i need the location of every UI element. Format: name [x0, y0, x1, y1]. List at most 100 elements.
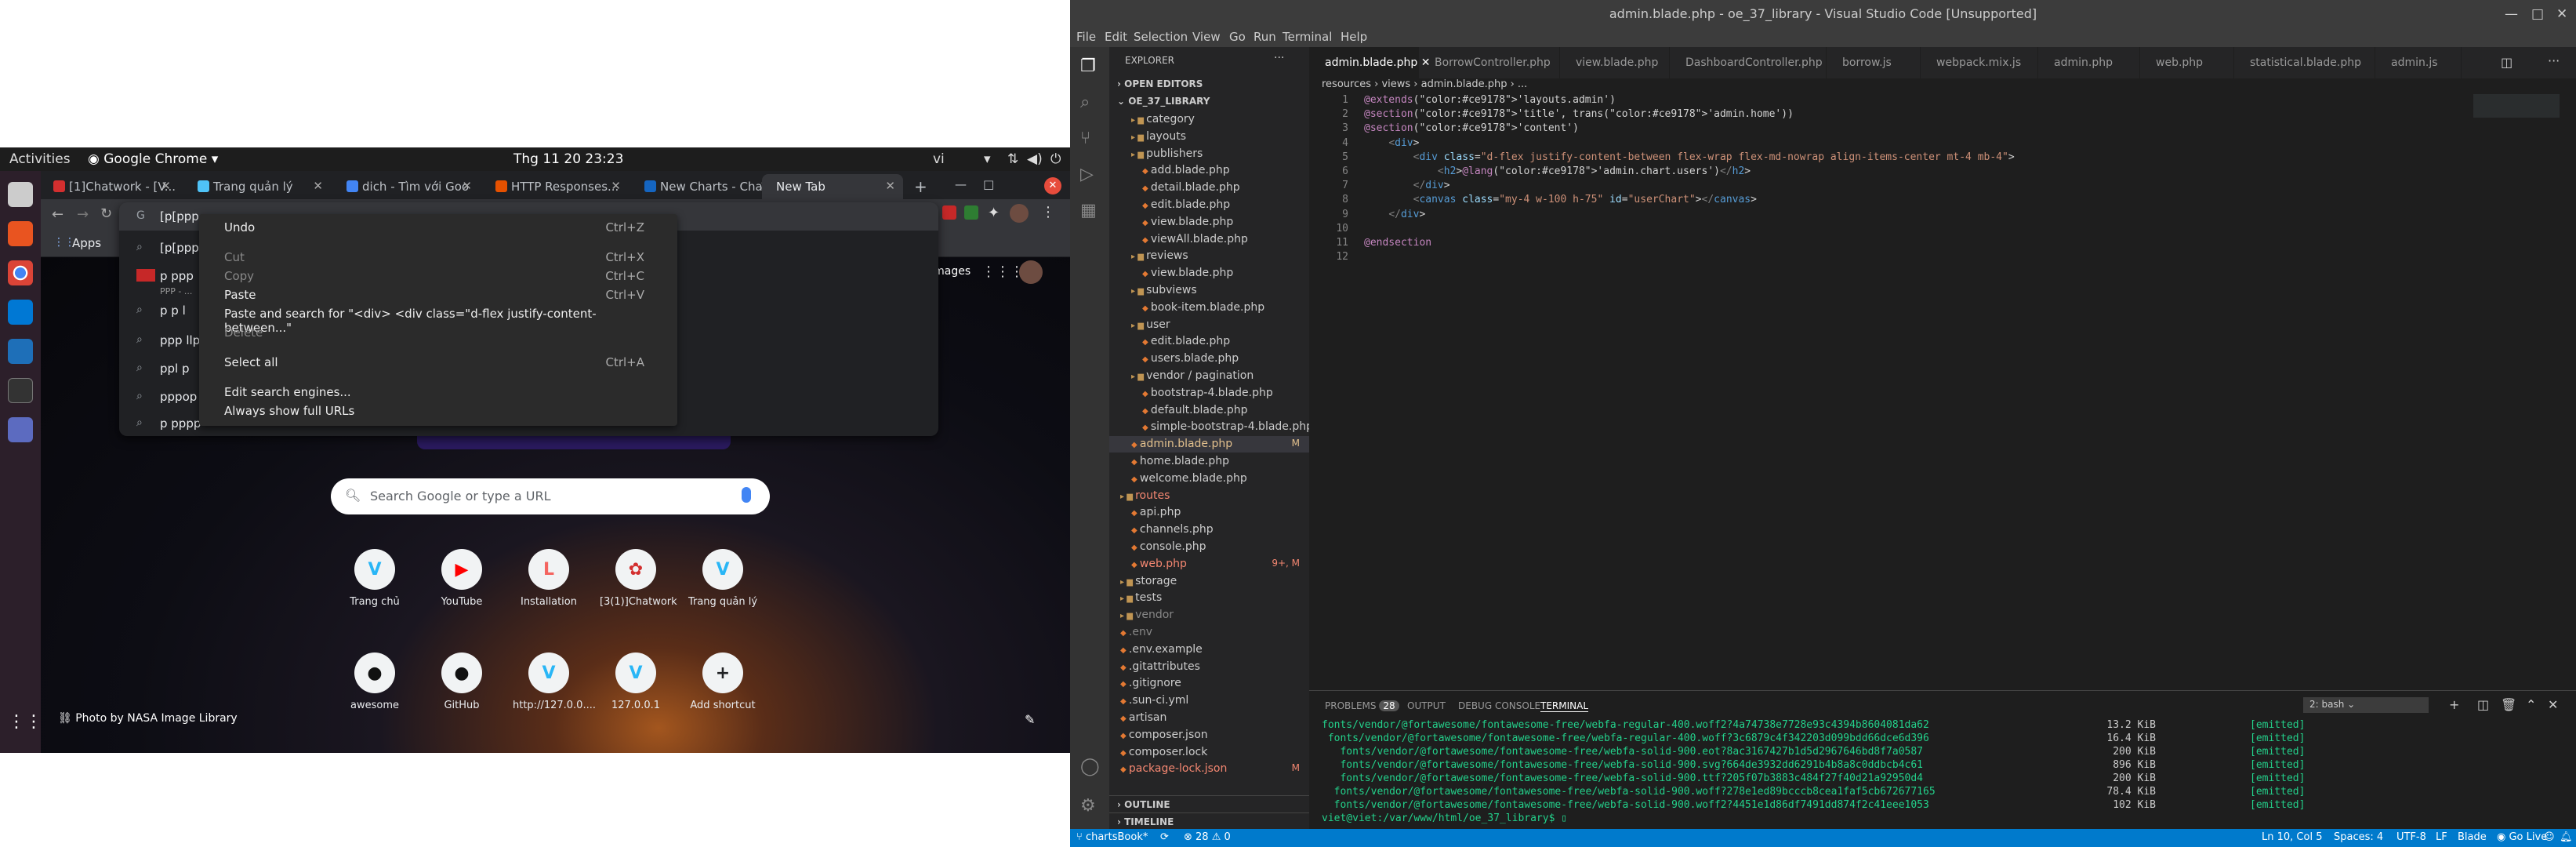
file-item[interactable]: ◆ .gitignore — [1109, 675, 1309, 692]
mic-icon[interactable] — [742, 487, 751, 503]
minimize-icon[interactable]: — — [950, 174, 974, 199]
file-item[interactable]: ◆ bootstrap-4.blade.php — [1109, 385, 1309, 402]
file-item[interactable]: ◆ composer.lock — [1109, 744, 1309, 761]
folder-item[interactable]: ▸ ▆ vendor / pagination — [1109, 368, 1309, 384]
shortcut-tile[interactable]: ● awesome — [339, 653, 411, 711]
editor-tab[interactable]: borrow.js — [1827, 47, 1921, 78]
gear-icon[interactable]: ⚙ — [1080, 796, 1096, 816]
show-apps-icon[interactable]: ⋮⋮⋮ — [8, 712, 60, 737]
close-icon[interactable]: ✕ — [161, 179, 171, 193]
file-item[interactable]: ◆ edit.blade.php — [1109, 197, 1309, 213]
file-item[interactable]: ◆ detail.blade.php — [1109, 180, 1309, 196]
folder-item[interactable]: ▸ ▆ subviews — [1109, 282, 1309, 299]
more-icon[interactable]: ··· — [1274, 52, 1284, 64]
file-item[interactable]: ◆ .sun-ci.yml — [1109, 693, 1309, 709]
apps-grid-icon[interactable]: ⋮⋮⋮ — [981, 264, 1024, 280]
file-item[interactable]: ◆ composer.json — [1109, 727, 1309, 743]
file-item[interactable]: ◆ view.blade.php — [1109, 214, 1309, 231]
menu-cut[interactable]: Cut Ctrl+X — [224, 250, 663, 269]
editor-tab-active[interactable]: admin.blade.php ✕ — [1309, 47, 1430, 78]
explorer-icon[interactable]: ❐ — [1080, 56, 1096, 76]
bell-icon[interactable]: 🔔︎ — [2560, 831, 2573, 843]
vscode-insiders-icon[interactable] — [8, 339, 33, 364]
back-icon[interactable]: ← — [52, 206, 63, 223]
file-item[interactable]: ◆ view.blade.php — [1109, 265, 1309, 282]
source-control-icon[interactable]: ⑂ — [1080, 129, 1090, 148]
file-item[interactable]: ◆ admin.blade.php M — [1109, 436, 1309, 453]
maximize-icon[interactable]: □ — [978, 174, 1002, 199]
plus-icon[interactable]: + — [2449, 697, 2459, 712]
folder-item[interactable]: ▸ ▆ tests — [1109, 590, 1309, 606]
folder-item[interactable]: ▸ ▆ layouts — [1109, 129, 1309, 145]
go-live[interactable]: ◉ Go Live — [2497, 831, 2547, 843]
file-item[interactable]: ◆ users.blade.php — [1109, 351, 1309, 367]
software-icon[interactable] — [8, 221, 33, 246]
chrome-dock-icon[interactable] — [8, 260, 33, 285]
file-item[interactable]: ◆ artisan — [1109, 710, 1309, 726]
editor-tab[interactable]: admin.php — [2038, 47, 2140, 78]
minimap[interactable] — [2473, 94, 2560, 118]
chrome-tab[interactable]: Trang quản lý ✕ — [190, 174, 331, 199]
photo-credit-link[interactable]: ⛓ Photo by NASA Image Library — [58, 712, 238, 725]
encoding[interactable]: UTF-8 — [2396, 831, 2426, 843]
close-window-icon[interactable]: ✕ — [1044, 177, 1061, 194]
power-icon[interactable]: ⏻ — [1050, 151, 1061, 167]
apps-bookmark[interactable]: Apps — [72, 236, 101, 250]
split-editor-icon[interactable]: ◫ — [2501, 55, 2513, 70]
problems-status[interactable]: ⊗ 28 ⚠ 0 — [1184, 831, 1231, 843]
menu-select-all[interactable]: Select all Ctrl+A — [224, 355, 663, 374]
code-editor[interactable]: resources › views › admin.blade.php › ..… — [1309, 78, 2576, 690]
shortcut-tile[interactable]: Ⅴ 127.0.0.1 — [600, 653, 672, 711]
sync-icon[interactable]: ⟳ — [1160, 831, 1169, 843]
shortcut-tile[interactable]: Ⅴ Trang quản lý — [687, 549, 759, 608]
open-editors-section[interactable]: › OPEN EDITORS — [1117, 78, 1203, 89]
folder-item[interactable]: ▸ ▆ vendor — [1109, 607, 1309, 623]
shortcut-tile[interactable]: ● GitHub — [426, 653, 498, 711]
cursor-position[interactable]: Ln 10, Col 5 — [2262, 831, 2322, 843]
menu-selection[interactable]: Selection — [1134, 30, 1188, 44]
minimize-icon[interactable]: — — [2505, 6, 2518, 22]
menu-edit[interactable]: Edit — [1105, 30, 1127, 44]
chrome-tab-active[interactable]: New Tab ✕ — [762, 174, 903, 199]
more-icon[interactable]: ··· — [2548, 53, 2560, 68]
activities-button[interactable]: Activities — [9, 151, 71, 167]
extension-icon[interactable] — [964, 205, 978, 220]
folder-item[interactable]: ▸ ▆ publishers — [1109, 146, 1309, 162]
close-icon[interactable]: ✕ — [611, 179, 621, 193]
close-icon[interactable]: ✕ — [2548, 697, 2558, 712]
close-icon[interactable]: ✕ — [885, 179, 895, 193]
lang-indicator[interactable]: vi — [933, 151, 945, 167]
forward-icon[interactable]: → — [77, 206, 89, 223]
editor-tab[interactable]: view.blade.php — [1560, 47, 1670, 78]
project-section[interactable]: ⌄ OE_37_LIBRARY — [1117, 96, 1210, 107]
app-icon[interactable] — [8, 417, 33, 442]
panel-tab-output[interactable]: OUTPUT — [1407, 700, 1446, 711]
file-item[interactable]: ◆ default.blade.php — [1109, 402, 1309, 419]
menu-copy[interactable]: Copy Ctrl+C — [224, 269, 663, 288]
panel-tab-problems[interactable]: PROBLEMS 28 — [1325, 700, 1399, 711]
breadcrumb[interactable]: resources › views › admin.blade.php › ..… — [1322, 78, 1527, 90]
chrome-tab[interactable]: New Charts - Cha...✕ — [637, 174, 778, 199]
file-item[interactable]: ◆ book-item.blade.php — [1109, 300, 1309, 316]
extensions-icon[interactable]: ▦ — [1080, 201, 1097, 220]
network-icon[interactable]: ⇅ — [1007, 151, 1018, 167]
puzzle-icon[interactable]: ✦ — [988, 205, 1000, 221]
avatar[interactable] — [1010, 204, 1029, 223]
menu-delete[interactable]: Delete — [224, 325, 663, 344]
feedback-icon[interactable]: ☺ — [2544, 831, 2555, 843]
menu-paste[interactable]: Paste Ctrl+V — [224, 288, 663, 307]
folder-item[interactable]: ▸ ▆ reviews — [1109, 248, 1309, 264]
clock[interactable]: Thg 11 20 23:23 — [513, 151, 623, 167]
file-item[interactable]: ◆ api.php — [1109, 504, 1309, 521]
menu-file[interactable]: File — [1076, 30, 1096, 44]
editor-tab[interactable]: statistical.blade.php — [2234, 47, 2375, 78]
outline-section[interactable]: › OUTLINE — [1109, 795, 1309, 813]
menu-view[interactable]: View — [1192, 30, 1221, 44]
vscode-dock-icon[interactable] — [8, 300, 33, 325]
folder-item[interactable]: ▸ ▆ storage — [1109, 573, 1309, 590]
editor-tab[interactable]: web.php — [2140, 47, 2234, 78]
split-terminal-icon[interactable]: ◫ — [2477, 697, 2489, 712]
menu-edit-search-engines[interactable]: Edit search engines... — [224, 385, 663, 404]
file-item[interactable]: ◆ web.php 9+, M — [1109, 556, 1309, 573]
close-icon[interactable]: ✕ — [313, 179, 323, 193]
